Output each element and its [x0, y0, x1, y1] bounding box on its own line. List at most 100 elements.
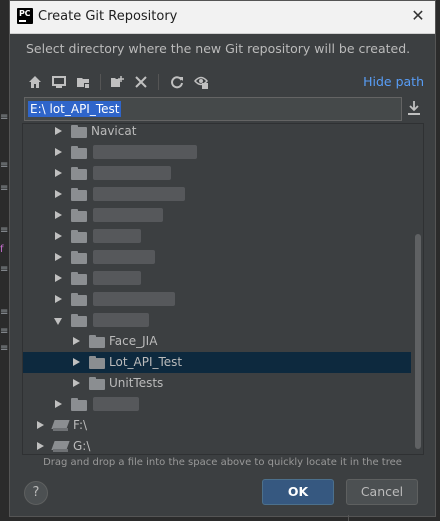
- redacted-label: [93, 292, 175, 306]
- folder-icon: [71, 125, 87, 138]
- home-icon[interactable]: [24, 71, 46, 93]
- expand-arrow-icon[interactable]: [55, 190, 62, 198]
- tree-row[interactable]: [23, 394, 411, 415]
- expand-arrow-icon[interactable]: [55, 274, 62, 282]
- path-input-value: E:\ lot_API_Test: [28, 101, 122, 117]
- delete-icon[interactable]: [130, 71, 152, 93]
- close-icon[interactable]: ✕: [407, 5, 429, 27]
- redacted-label: [93, 187, 185, 201]
- drive-icon: [51, 441, 70, 452]
- instruction-text: Select directory where the new Git repos…: [26, 41, 411, 56]
- tree-row-label: UnitTests: [109, 376, 164, 390]
- expand-arrow-icon[interactable]: [73, 379, 80, 387]
- folder-icon: [71, 398, 87, 411]
- editor-glyph: ≡: [0, 343, 9, 354]
- toolbar-separator: [158, 74, 159, 90]
- tree-row[interactable]: [23, 226, 411, 247]
- hide-path-link[interactable]: Hide path: [363, 74, 424, 89]
- tree-row-label: F:\: [73, 418, 88, 432]
- tree-row[interactable]: [23, 205, 411, 226]
- expand-arrow-icon[interactable]: [73, 337, 80, 345]
- folder-icon: [89, 335, 105, 348]
- tree-row[interactable]: [23, 268, 411, 289]
- tree-row[interactable]: F:\: [23, 415, 411, 436]
- tree-row-label: Navicat: [91, 124, 137, 138]
- expand-arrow-icon[interactable]: [55, 295, 62, 303]
- tree-row[interactable]: [23, 184, 411, 205]
- title-bar: PC Create Git Repository ✕: [10, 1, 435, 34]
- create-git-repository-dialog: PC Create Git Repository ✕ Select direct…: [9, 0, 436, 517]
- project-icon[interactable]: [72, 71, 94, 93]
- tree-row[interactable]: [23, 289, 411, 310]
- tree-scrollbar-thumb[interactable]: [415, 234, 421, 449]
- redacted-label: [93, 229, 141, 243]
- tree-row-selected[interactable]: Lot_API_Test: [23, 352, 411, 373]
- show-hidden-icon[interactable]: [190, 71, 212, 93]
- folder-icon: [71, 272, 87, 285]
- expand-arrow-icon[interactable]: [55, 232, 62, 240]
- folder-icon: [89, 377, 105, 390]
- tree-row[interactable]: [23, 142, 411, 163]
- redacted-label: [93, 397, 139, 411]
- pycharm-icon: PC: [17, 8, 33, 24]
- folder-icon: [71, 251, 87, 264]
- folder-icon: [71, 293, 87, 306]
- editor-glyph: ≡: [0, 225, 9, 236]
- folder-icon: [71, 209, 87, 222]
- expand-arrow-icon[interactable]: [55, 253, 62, 261]
- directory-tree[interactable]: Navicat Face_JIA Lot_API_Test UnitTests …: [22, 123, 424, 455]
- toolbar-separator: [100, 74, 101, 90]
- help-button[interactable]: ?: [24, 481, 48, 505]
- folder-icon: [71, 146, 87, 159]
- redacted-label: [93, 250, 155, 264]
- drive-icon: [51, 420, 70, 431]
- collapse-arrow-icon[interactable]: [54, 318, 62, 325]
- redacted-label: [93, 166, 171, 180]
- path-row: E:\ lot_API_Test: [24, 97, 426, 121]
- expand-arrow-icon[interactable]: [55, 169, 62, 177]
- editor-glyph: ≡: [0, 307, 9, 318]
- expand-arrow-icon[interactable]: [73, 358, 80, 366]
- expand-arrow-icon[interactable]: [55, 211, 62, 219]
- tree-row[interactable]: [23, 310, 411, 331]
- folder-icon: [71, 230, 87, 243]
- new-folder-icon[interactable]: [106, 71, 128, 93]
- ok-button[interactable]: OK: [262, 479, 334, 505]
- expand-arrow-icon[interactable]: [55, 148, 62, 156]
- tree-row[interactable]: Face_JIA: [23, 331, 411, 352]
- expand-arrow-icon[interactable]: [37, 442, 44, 450]
- expand-arrow-icon[interactable]: [55, 400, 62, 408]
- refresh-icon[interactable]: [166, 71, 188, 93]
- editor-glyph: ≡: [0, 326, 9, 337]
- folder-icon: [89, 356, 105, 369]
- editor-glyph: ≡: [0, 183, 9, 194]
- tree-row[interactable]: G:\: [23, 436, 411, 454]
- drag-drop-hint: Drag and drop a file into the space abov…: [43, 457, 402, 468]
- folder-icon: [71, 314, 87, 327]
- window-title: Create Git Repository: [38, 9, 178, 24]
- cancel-button[interactable]: Cancel: [346, 479, 418, 505]
- tree-row-label: Face_JIA: [109, 334, 158, 348]
- editor-glyph: ≡: [0, 160, 9, 171]
- editor-glyph: ≡: [0, 264, 9, 275]
- tree-row[interactable]: [23, 163, 411, 184]
- expand-arrow-icon[interactable]: [37, 421, 44, 429]
- desktop-icon[interactable]: [48, 71, 70, 93]
- tree-row-label: Lot_API_Test: [109, 355, 183, 369]
- download-icon[interactable]: [406, 99, 424, 119]
- tree-row[interactable]: UnitTests: [23, 373, 411, 394]
- tree-row[interactable]: Navicat: [23, 124, 411, 142]
- editor-background-strip: [0, 0, 9, 521]
- tree-row[interactable]: [23, 247, 411, 268]
- redacted-label: [93, 208, 163, 222]
- folder-icon: [71, 167, 87, 180]
- editor-divider: [348, 515, 349, 521]
- tree-row-label: G:\: [73, 439, 91, 453]
- editor-glyph: ≡: [0, 112, 9, 123]
- redacted-label: [93, 313, 149, 327]
- path-input[interactable]: E:\ lot_API_Test: [24, 97, 402, 121]
- folder-icon: [71, 188, 87, 201]
- expand-arrow-icon[interactable]: [55, 127, 62, 135]
- editor-glyph: f: [0, 244, 4, 255]
- redacted-label: [93, 271, 141, 285]
